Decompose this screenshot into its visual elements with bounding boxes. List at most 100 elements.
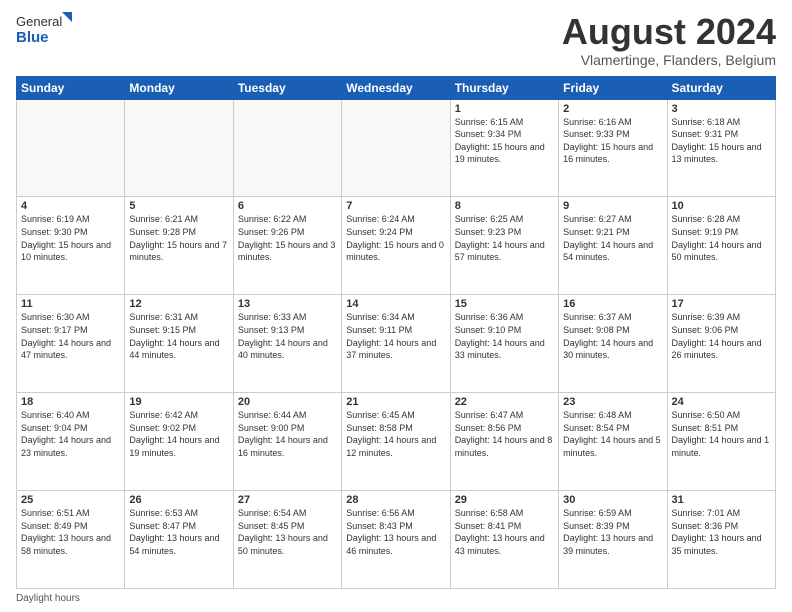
calendar-cell: 23Sunrise: 6:48 AM Sunset: 8:54 PM Dayli…	[559, 393, 667, 491]
day-number: 14	[346, 298, 445, 310]
day-info: Sunrise: 6:25 AM Sunset: 9:23 PM Dayligh…	[455, 213, 554, 263]
calendar-table: SundayMondayTuesdayWednesdayThursdayFrid…	[16, 76, 776, 589]
day-number: 16	[563, 298, 662, 310]
calendar-header-row: SundayMondayTuesdayWednesdayThursdayFrid…	[17, 76, 776, 99]
day-info: Sunrise: 6:33 AM Sunset: 9:13 PM Dayligh…	[238, 311, 337, 361]
day-number: 31	[672, 494, 771, 506]
day-number: 19	[129, 396, 228, 408]
day-number: 29	[455, 494, 554, 506]
day-number: 24	[672, 396, 771, 408]
calendar-week-3: 11Sunrise: 6:30 AM Sunset: 9:17 PM Dayli…	[17, 295, 776, 393]
svg-text:Blue: Blue	[16, 29, 49, 46]
day-info: Sunrise: 6:19 AM Sunset: 9:30 PM Dayligh…	[21, 213, 120, 263]
day-info: Sunrise: 7:01 AM Sunset: 8:36 PM Dayligh…	[672, 507, 771, 557]
day-info: Sunrise: 6:36 AM Sunset: 9:10 PM Dayligh…	[455, 311, 554, 361]
calendar-cell: 9Sunrise: 6:27 AM Sunset: 9:21 PM Daylig…	[559, 197, 667, 295]
day-number: 7	[346, 200, 445, 212]
page: GeneralBlue August 2024 Vlamertinge, Fla…	[0, 0, 792, 612]
day-info: Sunrise: 6:59 AM Sunset: 8:39 PM Dayligh…	[563, 507, 662, 557]
calendar-cell: 15Sunrise: 6:36 AM Sunset: 9:10 PM Dayli…	[450, 295, 558, 393]
calendar-cell: 17Sunrise: 6:39 AM Sunset: 9:06 PM Dayli…	[667, 295, 775, 393]
calendar-cell: 6Sunrise: 6:22 AM Sunset: 9:26 PM Daylig…	[233, 197, 341, 295]
calendar-cell: 13Sunrise: 6:33 AM Sunset: 9:13 PM Dayli…	[233, 295, 341, 393]
calendar-cell: 2Sunrise: 6:16 AM Sunset: 9:33 PM Daylig…	[559, 99, 667, 197]
day-header-sunday: Sunday	[17, 76, 125, 99]
calendar-cell: 24Sunrise: 6:50 AM Sunset: 8:51 PM Dayli…	[667, 393, 775, 491]
calendar-cell: 10Sunrise: 6:28 AM Sunset: 9:19 PM Dayli…	[667, 197, 775, 295]
day-info: Sunrise: 6:47 AM Sunset: 8:56 PM Dayligh…	[455, 409, 554, 459]
logo: GeneralBlue	[16, 12, 76, 48]
calendar-cell: 1Sunrise: 6:15 AM Sunset: 9:34 PM Daylig…	[450, 99, 558, 197]
day-info: Sunrise: 6:50 AM Sunset: 8:51 PM Dayligh…	[672, 409, 771, 459]
day-header-tuesday: Tuesday	[233, 76, 341, 99]
footer-note: Daylight hours	[16, 593, 776, 604]
day-info: Sunrise: 6:30 AM Sunset: 9:17 PM Dayligh…	[21, 311, 120, 361]
calendar-cell	[233, 99, 341, 197]
day-number: 15	[455, 298, 554, 310]
calendar-cell: 26Sunrise: 6:53 AM Sunset: 8:47 PM Dayli…	[125, 491, 233, 589]
day-info: Sunrise: 6:28 AM Sunset: 9:19 PM Dayligh…	[672, 213, 771, 263]
day-info: Sunrise: 6:24 AM Sunset: 9:24 PM Dayligh…	[346, 213, 445, 263]
day-number: 5	[129, 200, 228, 212]
day-number: 26	[129, 494, 228, 506]
day-info: Sunrise: 6:48 AM Sunset: 8:54 PM Dayligh…	[563, 409, 662, 459]
day-info: Sunrise: 6:51 AM Sunset: 8:49 PM Dayligh…	[21, 507, 120, 557]
day-info: Sunrise: 6:42 AM Sunset: 9:02 PM Dayligh…	[129, 409, 228, 459]
day-number: 6	[238, 200, 337, 212]
day-number: 4	[21, 200, 120, 212]
day-info: Sunrise: 6:34 AM Sunset: 9:11 PM Dayligh…	[346, 311, 445, 361]
day-number: 27	[238, 494, 337, 506]
day-info: Sunrise: 6:53 AM Sunset: 8:47 PM Dayligh…	[129, 507, 228, 557]
day-header-monday: Monday	[125, 76, 233, 99]
calendar-cell: 5Sunrise: 6:21 AM Sunset: 9:28 PM Daylig…	[125, 197, 233, 295]
day-info: Sunrise: 6:27 AM Sunset: 9:21 PM Dayligh…	[563, 213, 662, 263]
day-number: 8	[455, 200, 554, 212]
calendar-cell	[342, 99, 450, 197]
calendar-cell: 20Sunrise: 6:44 AM Sunset: 9:00 PM Dayli…	[233, 393, 341, 491]
day-header-wednesday: Wednesday	[342, 76, 450, 99]
day-number: 18	[21, 396, 120, 408]
day-number: 9	[563, 200, 662, 212]
calendar-cell: 7Sunrise: 6:24 AM Sunset: 9:24 PM Daylig…	[342, 197, 450, 295]
day-number: 30	[563, 494, 662, 506]
calendar-cell: 30Sunrise: 6:59 AM Sunset: 8:39 PM Dayli…	[559, 491, 667, 589]
day-info: Sunrise: 6:45 AM Sunset: 8:58 PM Dayligh…	[346, 409, 445, 459]
calendar-cell: 25Sunrise: 6:51 AM Sunset: 8:49 PM Dayli…	[17, 491, 125, 589]
day-number: 11	[21, 298, 120, 310]
day-number: 17	[672, 298, 771, 310]
day-number: 21	[346, 396, 445, 408]
day-info: Sunrise: 6:16 AM Sunset: 9:33 PM Dayligh…	[563, 116, 662, 166]
day-info: Sunrise: 6:58 AM Sunset: 8:41 PM Dayligh…	[455, 507, 554, 557]
day-info: Sunrise: 6:44 AM Sunset: 9:00 PM Dayligh…	[238, 409, 337, 459]
day-header-thursday: Thursday	[450, 76, 558, 99]
calendar-cell: 16Sunrise: 6:37 AM Sunset: 9:08 PM Dayli…	[559, 295, 667, 393]
day-info: Sunrise: 6:22 AM Sunset: 9:26 PM Dayligh…	[238, 213, 337, 263]
calendar-cell	[17, 99, 125, 197]
day-info: Sunrise: 6:54 AM Sunset: 8:45 PM Dayligh…	[238, 507, 337, 557]
day-number: 13	[238, 298, 337, 310]
calendar-cell: 18Sunrise: 6:40 AM Sunset: 9:04 PM Dayli…	[17, 393, 125, 491]
calendar-cell: 4Sunrise: 6:19 AM Sunset: 9:30 PM Daylig…	[17, 197, 125, 295]
calendar-cell: 21Sunrise: 6:45 AM Sunset: 8:58 PM Dayli…	[342, 393, 450, 491]
svg-text:General: General	[16, 14, 62, 29]
calendar-cell	[125, 99, 233, 197]
day-info: Sunrise: 6:15 AM Sunset: 9:34 PM Dayligh…	[455, 116, 554, 166]
day-number: 2	[563, 103, 662, 115]
day-number: 22	[455, 396, 554, 408]
calendar-cell: 28Sunrise: 6:56 AM Sunset: 8:43 PM Dayli…	[342, 491, 450, 589]
day-number: 20	[238, 396, 337, 408]
day-info: Sunrise: 6:21 AM Sunset: 9:28 PM Dayligh…	[129, 213, 228, 263]
calendar-title: August 2024	[562, 12, 776, 52]
calendar-cell: 14Sunrise: 6:34 AM Sunset: 9:11 PM Dayli…	[342, 295, 450, 393]
day-info: Sunrise: 6:39 AM Sunset: 9:06 PM Dayligh…	[672, 311, 771, 361]
day-info: Sunrise: 6:31 AM Sunset: 9:15 PM Dayligh…	[129, 311, 228, 361]
calendar-week-2: 4Sunrise: 6:19 AM Sunset: 9:30 PM Daylig…	[17, 197, 776, 295]
header: GeneralBlue August 2024 Vlamertinge, Fla…	[16, 12, 776, 68]
calendar-cell: 29Sunrise: 6:58 AM Sunset: 8:41 PM Dayli…	[450, 491, 558, 589]
day-header-saturday: Saturday	[667, 76, 775, 99]
day-info: Sunrise: 6:56 AM Sunset: 8:43 PM Dayligh…	[346, 507, 445, 557]
day-number: 28	[346, 494, 445, 506]
day-number: 25	[21, 494, 120, 506]
day-header-friday: Friday	[559, 76, 667, 99]
day-info: Sunrise: 6:37 AM Sunset: 9:08 PM Dayligh…	[563, 311, 662, 361]
